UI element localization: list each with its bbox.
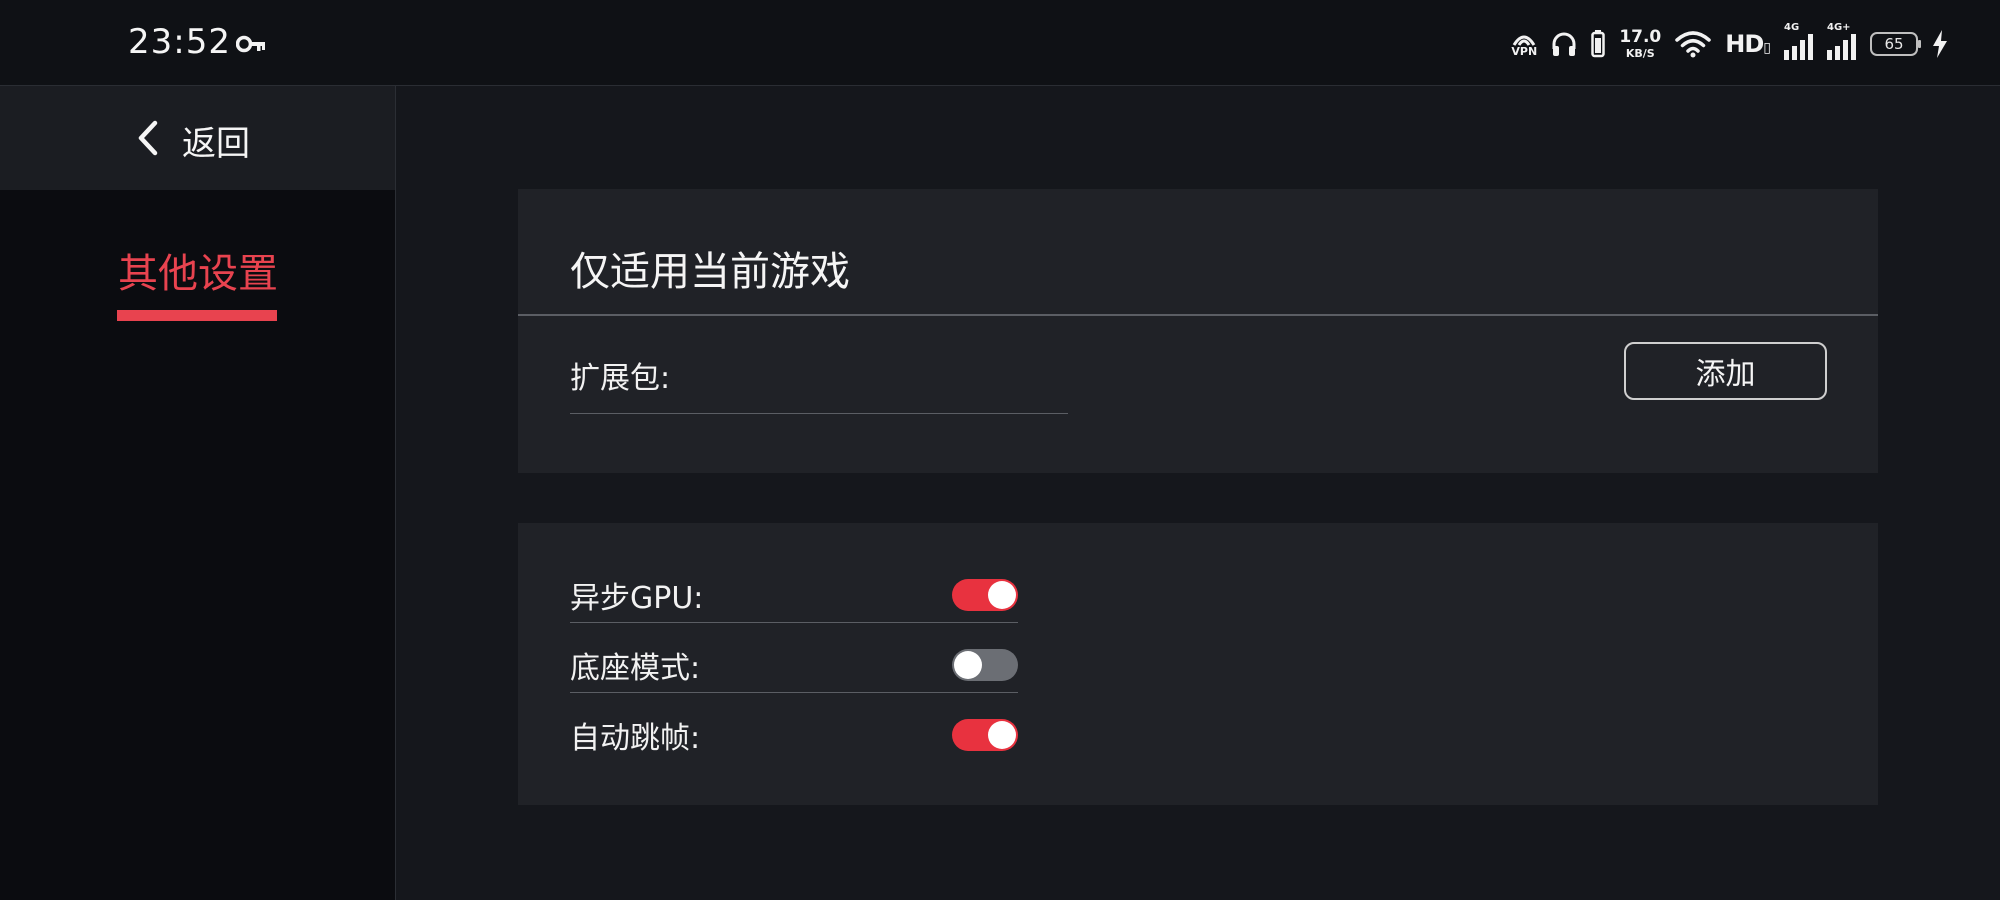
hd-voice-indicator: HD▯	[1725, 30, 1771, 58]
card-divider	[518, 314, 1878, 316]
row-divider	[570, 622, 1018, 623]
dock-mode-toggle[interactable]	[952, 649, 1018, 681]
back-label: 返回	[182, 124, 250, 164]
signal-strength-2-icon: 4G+	[1827, 22, 1856, 60]
headset-battery-icon	[1591, 30, 1606, 58]
async-gpu-toggle[interactable]	[952, 579, 1018, 611]
chevron-left-icon	[138, 120, 158, 156]
sidebar-item-other-settings[interactable]: 其他设置	[118, 241, 278, 299]
async-gpu-label: 异步GPU:	[570, 581, 704, 616]
add-button[interactable]: 添加	[1624, 342, 1827, 400]
battery-icon: 65	[1870, 32, 1921, 56]
toggle-knob	[954, 651, 982, 679]
back-button[interactable]: 返回	[0, 86, 395, 190]
status-bar: 23:52 VPN 17.0 KB/S HD▯ 4G 4G+ 65	[0, 0, 2000, 86]
row-divider	[570, 692, 1018, 693]
dock-mode-label: 底座模式:	[570, 651, 701, 686]
current-game-card: 仅适用当前游戏 扩展包: 添加	[518, 189, 1878, 473]
network-speed: 17.0 KB/S	[1619, 27, 1662, 60]
settings-card: 异步GPU: 底座模式: 自动跳帧:	[518, 523, 1878, 805]
auto-frameskip-label: 自动跳帧:	[570, 721, 701, 756]
auto-frameskip-toggle[interactable]	[952, 719, 1018, 751]
charging-bolt-icon	[1932, 30, 1948, 58]
headphones-icon	[1551, 31, 1577, 57]
sidebar: 返回 其他设置	[0, 86, 396, 900]
active-tab-indicator	[117, 310, 277, 321]
status-icons: VPN 17.0 KB/S HD▯ 4G 4G+ 65	[1511, 22, 1948, 62]
battery-level: 65	[1884, 35, 1904, 53]
expansion-pack-label: 扩展包:	[570, 361, 671, 396]
card-title: 仅适用当前游戏	[570, 249, 850, 295]
signal-strength-1-icon: 4G	[1784, 22, 1813, 60]
vpn-label: VPN	[1511, 44, 1538, 58]
clock: 23:52	[128, 22, 231, 62]
toggle-knob	[988, 581, 1016, 609]
key-icon	[236, 35, 265, 53]
main-content: 仅适用当前游戏 扩展包: 添加 异步GPU: 底座模式: 自动跳帧:	[396, 86, 2000, 900]
vpn-icon: VPN	[1511, 32, 1537, 57]
toggle-knob	[988, 721, 1016, 749]
wifi-icon	[1675, 30, 1712, 58]
expansion-pack-underline	[570, 413, 1068, 414]
